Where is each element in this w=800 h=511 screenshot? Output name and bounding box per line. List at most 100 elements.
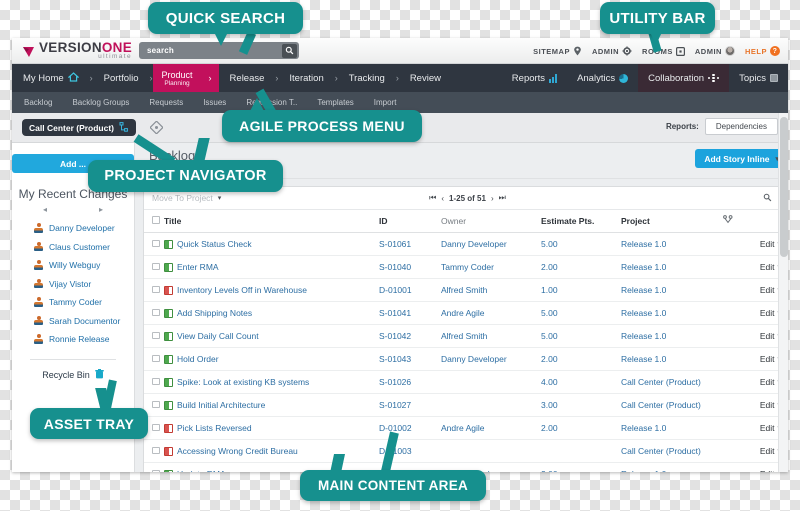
row-owner-cell[interactable]: Danny Developer: [441, 347, 541, 371]
pager-prev-button[interactable]: ‹: [441, 194, 444, 203]
nav-item-analytics[interactable]: Analytics: [567, 64, 638, 92]
table-row[interactable]: Inventory Levels Off in Warehouse D-01001…: [144, 278, 788, 302]
utility-item-admin-settings[interactable]: ADMIN: [592, 46, 632, 56]
row-owner-cell[interactable]: Alfred Smith: [441, 324, 541, 348]
row-id-cell[interactable]: S-01026: [379, 370, 441, 394]
pager-first-button[interactable]: ⏮: [429, 193, 436, 203]
row-title-cell[interactable]: Pick Lists Reversed: [164, 416, 379, 440]
nav-item-tracking[interactable]: Tracking: [338, 64, 396, 92]
row-project-cell[interactable]: Release 1.0: [621, 347, 739, 371]
row-id-cell[interactable]: S-01041: [379, 301, 441, 325]
magnifier-icon[interactable]: [763, 193, 772, 204]
row-project-cell[interactable]: Call Center (Product): [621, 439, 739, 463]
select-all-checkbox[interactable]: [152, 216, 160, 224]
move-to-project-dropdown[interactable]: Move To Project ▾: [152, 193, 221, 203]
nav-item-topics[interactable]: Topics: [729, 64, 788, 92]
subnav-item-backlog-groups[interactable]: Backlog Groups: [72, 98, 129, 107]
column-header-owner[interactable]: Owner: [441, 210, 541, 233]
row-owner-cell[interactable]: Andre Agile: [441, 416, 541, 440]
list-item[interactable]: Tammy Coder: [34, 293, 134, 312]
nav-item-reports[interactable]: Reports: [502, 64, 567, 92]
row-checkbox[interactable]: [152, 262, 160, 270]
row-checkbox[interactable]: [152, 354, 160, 362]
row-project-cell[interactable]: Release 1.0: [621, 324, 739, 348]
utility-item-admin-user[interactable]: ADMIN: [695, 46, 735, 56]
list-item[interactable]: Vijay Vistor: [34, 275, 134, 294]
list-item[interactable]: Claus Customer: [34, 238, 134, 257]
subnav-item-templates[interactable]: Templates: [317, 98, 353, 107]
project-navigator-chip[interactable]: Call Center (Product): [22, 119, 137, 136]
row-owner-cell[interactable]: [441, 393, 541, 417]
table-row[interactable]: Add Shipping Notes S-01041 Andre Agile 5.00…: [144, 301, 788, 325]
table-row[interactable]: View Daily Call Count S-01042 Alfred Smith…: [144, 324, 788, 348]
utility-item-rooms[interactable]: ROOMS: [642, 47, 685, 56]
row-id-cell[interactable]: S-01027: [379, 393, 441, 417]
table-row[interactable]: Spike: Look at existing KB systems S-0102…: [144, 370, 788, 394]
row-title-cell[interactable]: View Daily Call Count: [164, 324, 379, 348]
utility-item-sitemap[interactable]: SITEMAP: [533, 46, 582, 56]
list-item[interactable]: Danny Developer: [34, 219, 134, 238]
nav-item-product-planning[interactable]: Product Planning: [152, 64, 202, 92]
table-row[interactable]: Accessing Wrong Credit Bureau D-01003 Call…: [144, 439, 788, 463]
row-project-cell[interactable]: Release 1.0: [621, 416, 739, 440]
row-owner-cell[interactable]: Tammy Coder: [441, 255, 541, 279]
row-title-cell[interactable]: Hold Order: [164, 347, 379, 371]
row-owner-cell[interactable]: [441, 439, 541, 463]
nav-item-iteration[interactable]: Iteration: [278, 64, 334, 92]
table-row[interactable]: Enter RMA S-01040 Tammy Coder 2.00 Release 1…: [144, 255, 788, 279]
add-story-inline-button[interactable]: Add Story Inline ▾: [695, 149, 788, 168]
table-row[interactable]: Pick Lists Reversed D-01002 Andre Agile 2.0…: [144, 416, 788, 440]
nav-item-release[interactable]: Release: [219, 64, 276, 92]
nav-item-collaboration[interactable]: Collaboration: [638, 64, 730, 92]
row-checkbox[interactable]: [152, 239, 160, 247]
utility-item-help[interactable]: HELP ?: [745, 46, 780, 56]
row-owner-cell[interactable]: [441, 370, 541, 394]
row-title-cell[interactable]: Quick Status Check: [164, 232, 379, 256]
row-title-cell[interactable]: Spike: Look at existing KB systems: [164, 370, 379, 394]
row-title-cell[interactable]: Inventory Levels Off in Warehouse: [164, 278, 379, 302]
list-item[interactable]: Willy Webguy: [34, 256, 134, 275]
versionone-logo[interactable]: VERSIONONE ultimate: [12, 41, 132, 60]
column-header-id[interactable]: ID: [379, 210, 441, 233]
row-checkbox[interactable]: [152, 446, 160, 454]
pager-last-button[interactable]: ⏭: [499, 193, 506, 203]
column-header-title[interactable]: Title: [164, 210, 379, 233]
table-row[interactable]: Build Initial Architecture S-01027 3.00 Cal…: [144, 393, 788, 417]
subnav-item-issues[interactable]: Issues: [203, 98, 226, 107]
subnav-item-backlog[interactable]: Backlog: [24, 98, 52, 107]
row-project-cell[interactable]: Release 1.0: [621, 301, 739, 325]
row-project-cell[interactable]: Release 1.0: [621, 462, 739, 472]
app-scroll-thumb[interactable]: [780, 117, 788, 257]
list-item[interactable]: Ronnie Release: [34, 330, 134, 349]
row-checkbox[interactable]: [152, 400, 160, 408]
recent-prev-button[interactable]: ◂: [43, 205, 47, 214]
app-vertical-scrollbar[interactable]: [778, 113, 788, 472]
row-checkbox[interactable]: [152, 423, 160, 431]
nav-item-review[interactable]: Review: [399, 64, 452, 92]
table-row[interactable]: Hold Order S-01043 Danny Developer 2.00 Rele…: [144, 347, 788, 371]
subnav-item-import[interactable]: Import: [374, 98, 397, 107]
pager-next-button[interactable]: ›: [491, 194, 494, 203]
row-title-cell[interactable]: Build Initial Architecture: [164, 393, 379, 417]
row-checkbox[interactable]: [152, 331, 160, 339]
nav-item-my-home[interactable]: My Home: [12, 64, 90, 92]
row-title-cell[interactable]: Add Shipping Notes: [164, 301, 379, 325]
row-id-cell[interactable]: S-01043: [379, 347, 441, 371]
row-project-cell[interactable]: Release 1.0: [621, 255, 739, 279]
table-row[interactable]: Quick Status Check S-01061 Danny Developer…: [144, 232, 788, 256]
row-id-cell[interactable]: S-01040: [379, 255, 441, 279]
row-owner-cell[interactable]: Andre Agile: [441, 301, 541, 325]
column-header-estimate[interactable]: Estimate Pts.: [541, 210, 621, 233]
row-checkbox[interactable]: [152, 308, 160, 316]
diamond-icon[interactable]: [150, 121, 164, 134]
row-checkbox[interactable]: [152, 285, 160, 293]
reports-dropdown[interactable]: Dependencies: [704, 118, 778, 135]
row-owner-cell[interactable]: Danny Developer: [441, 232, 541, 256]
row-id-cell[interactable]: S-01042: [379, 324, 441, 348]
list-item[interactable]: Sarah Documentor: [34, 312, 134, 331]
row-project-cell[interactable]: Release 1.0: [621, 232, 739, 256]
recycle-bin-link[interactable]: Recycle Bin: [12, 368, 134, 382]
row-id-cell[interactable]: S-01061: [379, 232, 441, 256]
nav-item-portfolio[interactable]: Portfolio: [93, 64, 150, 92]
row-checkbox[interactable]: [152, 377, 160, 385]
